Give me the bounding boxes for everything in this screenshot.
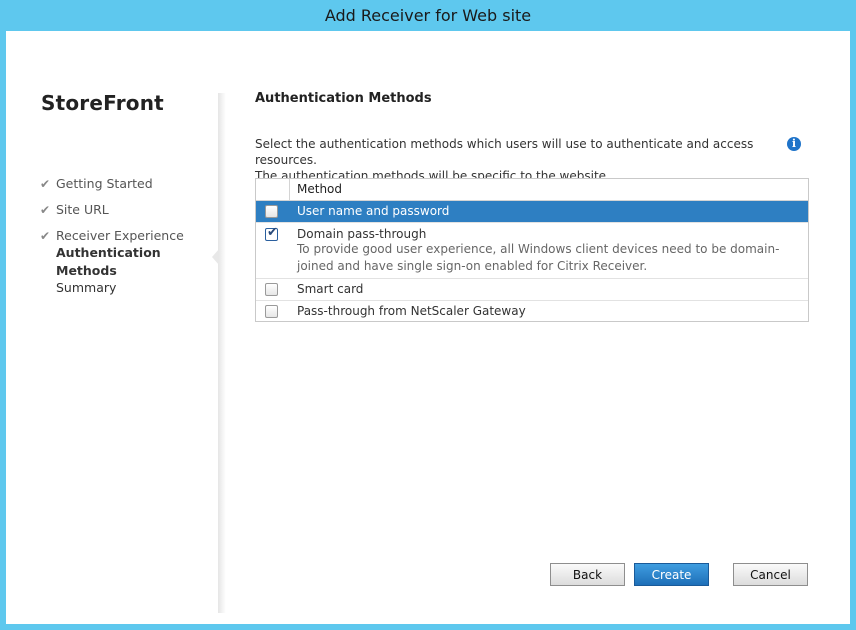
checkbox[interactable]	[265, 283, 278, 296]
back-button[interactable]: Back	[550, 563, 625, 586]
step-label: Summary	[56, 280, 117, 295]
step-authentication-methods[interactable]: Authentication Methods	[40, 245, 218, 278]
description-line: Select the authentication methods which …	[255, 137, 754, 167]
method-label: Domain pass-through	[297, 227, 427, 241]
method-description: To provide good user experience, all Win…	[297, 242, 780, 256]
checkmark-icon: ✔	[267, 225, 278, 240]
checkbox[interactable]	[265, 205, 278, 218]
method-label: Pass-through from NetScaler Gateway	[297, 304, 526, 318]
method-description: joined and have single sign-on enabled f…	[297, 259, 648, 273]
cancel-button[interactable]: Cancel	[733, 563, 808, 586]
info-icon[interactable]: i	[787, 137, 801, 151]
step-label: Getting Started	[56, 176, 153, 191]
header-checkbox-column	[256, 179, 290, 200]
step-getting-started[interactable]: ✔ Getting Started	[40, 171, 218, 197]
wizard-sidebar: StoreFront ✔ Getting Started ✔ Site URL …	[6, 31, 218, 624]
method-label-block: Domain pass-through To provide good user…	[297, 227, 779, 275]
sidebar-divider	[218, 93, 226, 613]
wizard-steps: ✔ Getting Started ✔ Site URL ✔ Receiver …	[40, 171, 218, 301]
step-label: Authentication Methods	[56, 245, 161, 278]
step-label: Receiver Experience	[56, 228, 184, 243]
create-button[interactable]: Create	[634, 563, 709, 586]
checkbox[interactable]: ✔	[265, 225, 278, 241]
step-site-url[interactable]: ✔ Site URL	[40, 197, 218, 223]
checkmark-icon: ✔	[40, 177, 51, 191]
method-row-domain-pass-through[interactable]: ✔ Domain pass-through To provide good us…	[256, 223, 808, 279]
method-label: Smart card	[297, 282, 364, 296]
page-description: Select the authentication methods which …	[255, 136, 775, 184]
auth-methods-table: Method User name and password ✔ Domain p…	[255, 178, 809, 322]
checkmark-icon: ✔	[40, 203, 51, 217]
table-header: Method	[256, 179, 808, 201]
method-row-username-password[interactable]: User name and password	[256, 201, 808, 223]
method-label: User name and password	[297, 204, 450, 218]
column-header-method[interactable]: Method	[297, 179, 342, 200]
wizard-client-area: StoreFront ✔ Getting Started ✔ Site URL …	[6, 31, 850, 624]
current-step-indicator	[212, 249, 219, 265]
page-title: Authentication Methods	[255, 91, 432, 106]
window-title: Add Receiver for Web site	[324, 6, 532, 25]
step-label: Site URL	[56, 202, 109, 217]
checkbox[interactable]	[265, 305, 278, 318]
checkmark-icon: ✔	[40, 229, 51, 243]
method-row-netscaler-gateway[interactable]: Pass-through from NetScaler Gateway	[256, 301, 808, 322]
method-row-smart-card[interactable]: Smart card	[256, 279, 808, 301]
brand-title: StoreFront	[41, 91, 164, 115]
